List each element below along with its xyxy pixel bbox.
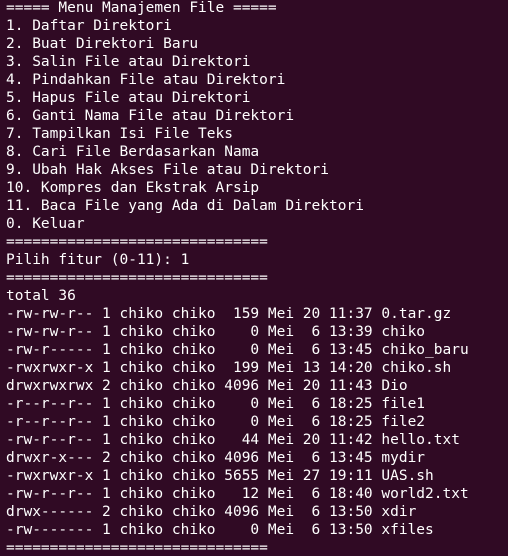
listing-row: drwx------ 2 chiko chiko 4096 Mei 6 13:5… [6,504,417,520]
menu-item: 4. Pindahkan File atau Direktori [6,72,286,88]
menu-list: 1. Daftar Direktori 2. Buat Direktori Ba… [6,17,508,233]
listing-row: -rwxrwxr-x 1 chiko chiko 199 Mei 13 14:2… [6,360,452,376]
listing-row: -rw------- 1 chiko chiko 0 Mei 6 13:50 x… [6,522,434,538]
menu-item: 2. Buat Direktori Baru [6,36,199,52]
listing-row: -rw-r--r-- 1 chiko chiko 44 Mei 20 11:42… [6,432,460,448]
listing-row: -r--r--r-- 1 chiko chiko 0 Mei 6 18:25 f… [6,396,426,412]
listing-total: total 36 [6,288,76,304]
directory-listing: -rw-rw-r-- 1 chiko chiko 159 Mei 20 11:3… [6,305,508,539]
separator: ============================== [6,540,268,556]
menu-item: 5. Hapus File atau Direktori [6,90,251,106]
menu-item: 0. Keluar [6,216,85,232]
input-prompt[interactable]: Pilih fitur (0-11): 1 [6,251,508,269]
listing-row: -rw-r--r-- 1 chiko chiko 12 Mei 6 18:40 … [6,486,469,502]
listing-row: -rw-rw-r-- 1 chiko chiko 159 Mei 20 11:3… [6,306,452,322]
menu-item: 10. Kompres dan Ekstrak Arsip [6,180,260,196]
listing-row: -rwxrwxr-x 1 chiko chiko 5655 Mei 27 19:… [6,468,434,484]
listing-row: -rw-r----- 1 chiko chiko 0 Mei 6 13:45 c… [6,342,469,358]
menu-item: 8. Cari File Berdasarkan Nama [6,144,260,160]
menu-item: 7. Tampilkan Isi File Teks [6,126,233,142]
terminal-window[interactable]: ===== Menu Manajemen File ===== 1. Dafta… [0,0,508,556]
separator: ============================== [6,234,268,250]
menu-item: 9. Ubah Hak Akses File atau Direktori [6,162,330,178]
listing-row: -rw-rw-r-- 1 chiko chiko 0 Mei 6 13:39 c… [6,324,426,340]
listing-row: -r--r--r-- 1 chiko chiko 0 Mei 6 18:25 f… [6,414,426,430]
menu-header: ===== Menu Manajemen File ===== [6,0,277,16]
listing-row: drwxr-x--- 2 chiko chiko 4096 Mei 6 13:4… [6,450,426,466]
menu-item: 11. Baca File yang Ada di Dalam Direktor… [6,198,364,214]
separator: ============================== [6,270,268,286]
menu-item: 3. Salin File atau Direktori [6,54,251,70]
menu-item: 1. Daftar Direktori [6,18,172,34]
listing-row: drwxrwxrwx 2 chiko chiko 4096 Mei 20 11:… [6,378,408,394]
menu-item: 6. Ganti Nama File atau Direktori [6,108,295,124]
